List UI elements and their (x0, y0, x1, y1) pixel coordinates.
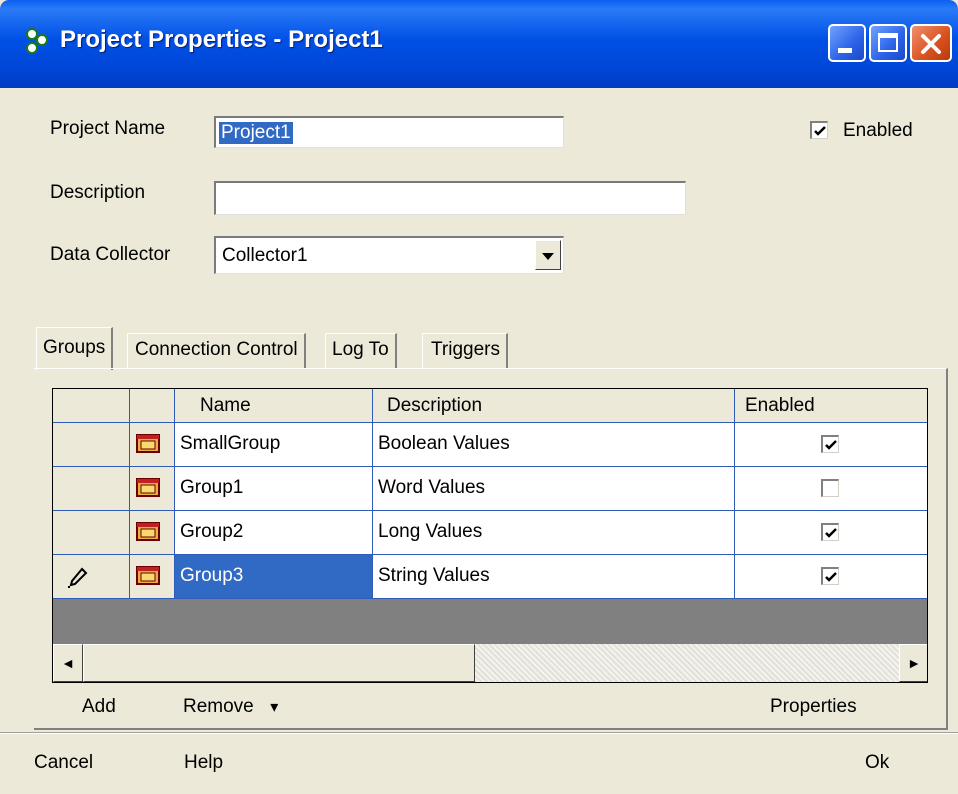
cell-enabled (735, 467, 927, 511)
cell-name[interactable]: SmallGroup (175, 423, 373, 467)
add-button[interactable]: Add (82, 696, 116, 718)
scroll-thumb[interactable] (83, 644, 475, 682)
row-icon-cell (130, 467, 175, 511)
folder-icon (136, 434, 160, 453)
window-title: Project Properties - Project1 (60, 26, 383, 53)
cell-name[interactable]: Group3 (175, 555, 373, 599)
folder-icon (136, 522, 160, 541)
row-enabled-checkbox[interactable] (821, 435, 839, 453)
close-button[interactable] (910, 24, 952, 62)
cell-enabled (735, 555, 927, 599)
horizontal-scrollbar[interactable]: ◄ ► (53, 644, 927, 682)
tab-groups-label: Groups (43, 337, 106, 358)
dropdown-button[interactable] (535, 240, 561, 270)
check-icon (825, 440, 837, 450)
groups-grid[interactable]: Name Description Enabled SmallGroup Bool… (52, 388, 928, 683)
cell-enabled (735, 423, 927, 467)
tab-log-to-label: Log To (332, 339, 389, 360)
column-header-name[interactable]: Name (175, 389, 373, 423)
cell-description[interactable]: Boolean Values (373, 423, 735, 467)
scroll-left-button[interactable]: ◄ (53, 644, 83, 682)
table-row[interactable]: Group1 Word Values (53, 467, 927, 511)
ok-button[interactable]: Ok (865, 752, 889, 774)
row-enabled-checkbox[interactable] (821, 523, 839, 541)
description-field[interactable] (214, 181, 686, 215)
minimize-icon (838, 48, 852, 53)
chevron-down-icon: ▾ (270, 699, 279, 716)
cell-description[interactable]: String Values (373, 555, 735, 599)
tab-connection-control[interactable]: Connection Control (127, 333, 306, 368)
tab-triggers[interactable]: Triggers (422, 333, 508, 368)
cell-description[interactable]: Word Values (373, 467, 735, 511)
scroll-right-icon: ► (907, 655, 921, 671)
column-header-enabled[interactable]: Enabled (735, 389, 927, 423)
title-bar[interactable]: Project Properties - Project1 (0, 0, 958, 88)
pencil-icon (68, 567, 88, 588)
tab-groups[interactable]: Groups (36, 327, 114, 370)
help-button[interactable]: Help (184, 752, 223, 774)
cell-description[interactable]: Long Values (373, 511, 735, 555)
maximize-button[interactable] (869, 24, 907, 62)
tab-log-to[interactable]: Log To (325, 333, 397, 368)
row-indicator (53, 423, 130, 467)
maximize-icon (878, 33, 898, 52)
minimize-button[interactable] (828, 24, 866, 62)
remove-label: Remove (183, 696, 254, 717)
check-icon (814, 126, 826, 136)
project-name-label: Project Name (50, 118, 166, 139)
data-collector-label: Data Collector (50, 244, 171, 265)
folder-icon (136, 478, 160, 497)
enabled-checkbox[interactable] (810, 121, 828, 139)
row-icon-cell (130, 555, 175, 599)
row-icon-cell (130, 423, 175, 467)
footer-divider (0, 732, 958, 734)
folder-icon (136, 566, 160, 585)
cell-enabled (735, 511, 927, 555)
chevron-down-icon (542, 253, 554, 260)
row-icon-cell (130, 511, 175, 555)
description-label: Description (50, 182, 146, 203)
properties-button[interactable]: Properties (770, 696, 857, 718)
project-name-value: Project1 (219, 122, 293, 144)
cancel-button[interactable]: Cancel (34, 752, 93, 774)
table-row[interactable]: SmallGroup Boolean Values (53, 423, 927, 467)
row-indicator (53, 555, 130, 599)
header-corner (53, 389, 130, 423)
data-collector-value: Collector1 (222, 245, 308, 266)
check-icon (825, 572, 837, 582)
data-collector-select[interactable]: Collector1 (214, 236, 564, 274)
table-row[interactable]: Group3 String Values (53, 555, 927, 599)
scroll-right-button[interactable]: ► (899, 644, 927, 682)
row-enabled-checkbox[interactable] (821, 567, 839, 585)
close-icon (921, 34, 941, 54)
tab-connection-control-label: Connection Control (135, 339, 298, 360)
scroll-left-icon: ◄ (61, 655, 75, 671)
tab-triggers-label: Triggers (431, 339, 500, 360)
header-icon-col (130, 389, 175, 423)
cell-name[interactable]: Group2 (175, 511, 373, 555)
row-indicator (53, 511, 130, 555)
table-row[interactable]: Group2 Long Values (53, 511, 927, 555)
check-icon (825, 528, 837, 538)
cell-name[interactable]: Group1 (175, 467, 373, 511)
project-name-field[interactable]: Project1 (214, 116, 564, 148)
row-enabled-checkbox[interactable] (821, 479, 839, 497)
app-icon (26, 28, 48, 54)
enabled-label: Enabled (843, 120, 913, 141)
column-header-description[interactable]: Description (373, 389, 735, 423)
remove-button[interactable]: Remove ▾ (183, 696, 278, 718)
row-indicator (53, 467, 130, 511)
